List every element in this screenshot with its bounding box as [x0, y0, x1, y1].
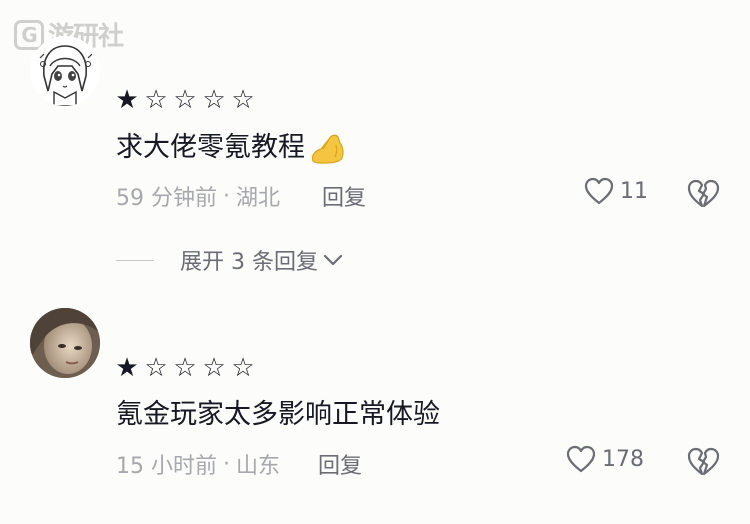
chevron-down-icon — [323, 254, 343, 266]
comment-text-body: 氪金玩家太多影响正常体验 — [116, 399, 440, 430]
reply-button[interactable]: 回复 — [318, 448, 362, 480]
comment-meta: 59 分钟前 · 湖北 — [116, 180, 280, 212]
star-empty-icon: ☆ — [231, 353, 255, 383]
star-empty-icon: ☆ — [144, 353, 168, 383]
anime-avatar-icon — [30, 36, 100, 106]
dislike-broken-heart-icon[interactable] — [686, 445, 720, 479]
comment-text: 求大佬零氪教程 — [116, 131, 347, 165]
pinched-fingers-emoji-icon — [311, 134, 344, 164]
expand-divider — [116, 259, 154, 261]
reply-button[interactable]: 回复 — [322, 180, 366, 212]
logo-icon: G — [14, 19, 44, 50]
rating-stars: ★ ☆ ☆ ☆ ☆ — [114, 87, 256, 113]
comment-location: 湖北 — [236, 186, 281, 211]
star-empty-icon: ☆ — [202, 353, 226, 383]
avatar[interactable] — [30, 308, 100, 378]
comment-text-body: 求大佬零氪教程 — [116, 132, 305, 163]
like-count: 178 — [602, 446, 644, 472]
star-empty-icon: ☆ — [173, 85, 197, 115]
star-filled-icon: ★ — [115, 85, 139, 115]
star-empty-icon: ☆ — [231, 85, 255, 115]
photo-avatar-icon — [30, 308, 100, 378]
avatar[interactable] — [30, 36, 100, 106]
expand-replies-label: 展开 3 条回复 — [180, 250, 318, 275]
like-count: 11 — [620, 178, 648, 204]
comment-meta: 15 小时前 · 山东 — [116, 448, 280, 480]
comment-time: 15 小时前 — [116, 454, 217, 479]
star-filled-icon: ★ — [115, 353, 139, 383]
star-empty-icon: ☆ — [173, 353, 197, 383]
star-empty-icon: ☆ — [202, 85, 226, 115]
comment-text: 氪金玩家太多影响正常体验 — [116, 398, 440, 432]
rating-stars: ★ ☆ ☆ ☆ ☆ — [114, 355, 256, 381]
star-empty-icon: ☆ — [144, 85, 168, 115]
comment-location: 山东 — [236, 454, 281, 479]
expand-replies-button[interactable]: 展开 3 条回复 — [116, 244, 344, 276]
like-button[interactable]: 178 — [566, 445, 644, 473]
heart-icon — [566, 445, 596, 473]
like-button[interactable]: 11 — [584, 177, 648, 205]
dislike-broken-heart-icon[interactable] — [686, 177, 720, 211]
comment-time: 59 分钟前 — [116, 186, 217, 211]
heart-icon — [584, 177, 614, 205]
meta-separator: · — [223, 451, 230, 477]
meta-separator: · — [223, 183, 230, 209]
